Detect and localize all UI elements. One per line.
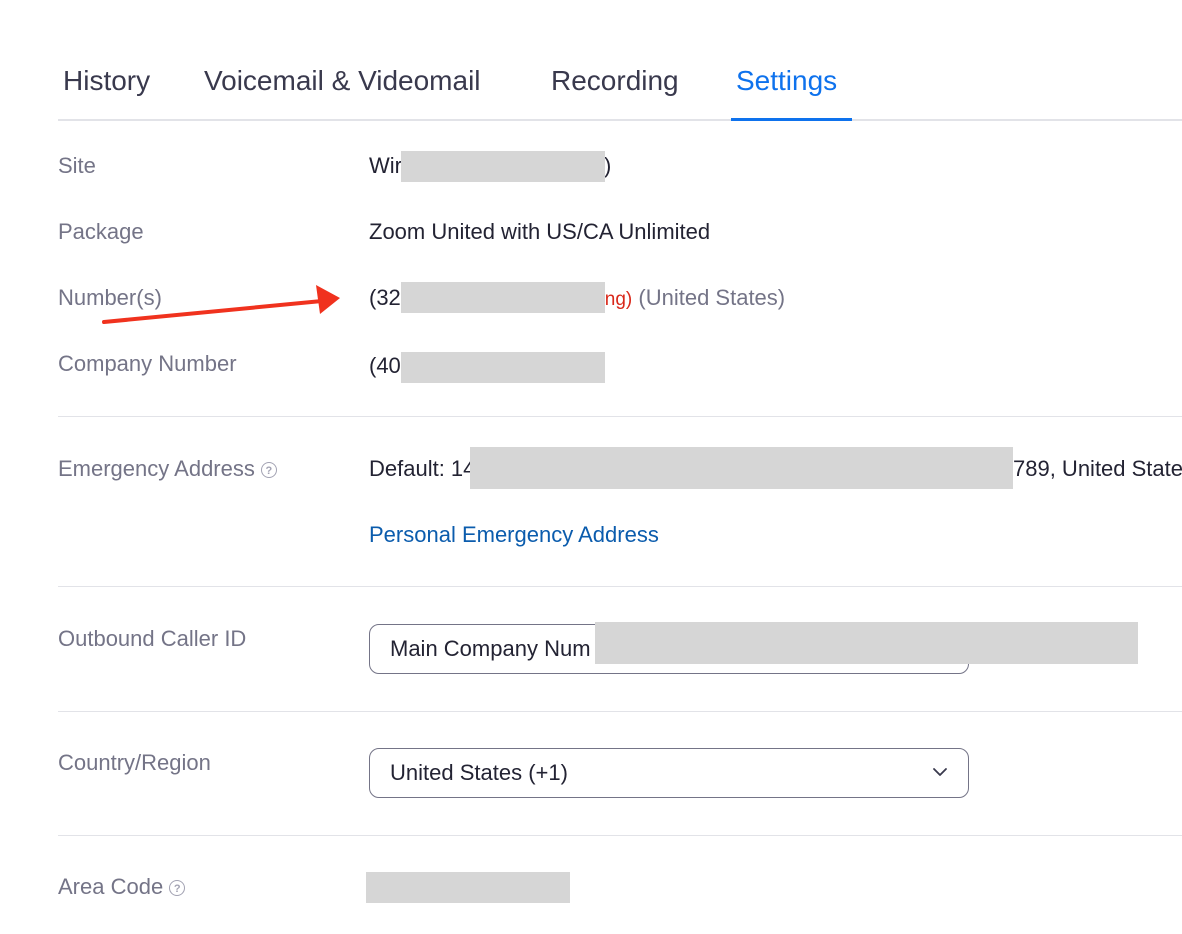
red-arrow <box>102 285 340 324</box>
phone-settings-page: History Voicemail & Videomail Recording … <box>0 0 1182 934</box>
